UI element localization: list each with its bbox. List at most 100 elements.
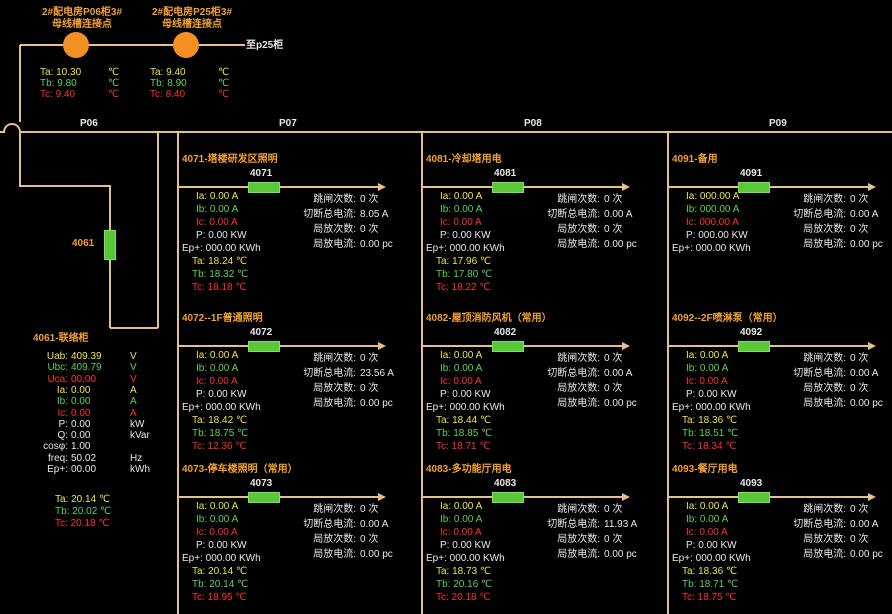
feeder-stat-label: 切断总电流: — [303, 209, 356, 220]
feeder-stat-value: 0.00 A — [360, 519, 389, 530]
feeder-stat-label: 切断总电流: — [547, 209, 600, 220]
feeder-stat-value: 0.00 pc — [360, 239, 393, 250]
feeder-ta: Ta: 18.36 ℃ — [682, 415, 738, 426]
feeder-p: P: 0.00 KW — [440, 540, 491, 551]
node-1-line1: 2#配电房P06柜3# — [41, 7, 123, 18]
feeder-title: 4072--1F普通照明 — [182, 313, 263, 324]
feeder-tb: Tb: 20.16 ℃ — [436, 579, 493, 590]
feeder-ic: Ic: 0.00 A — [196, 217, 238, 228]
feeder-ic: Ic: 0.00 A — [196, 376, 238, 387]
feeder-tb: Tb: 18.75 ℃ — [192, 428, 249, 439]
bus-label-p08: P08 — [524, 118, 542, 129]
feeder-breaker[interactable] — [738, 182, 770, 193]
feeder-stat-label: 局放次数: — [803, 534, 846, 545]
feeder-title: 4081-冷却塔用电 — [426, 154, 502, 165]
feeder-ia: Ia: 0.00 A — [440, 501, 483, 512]
feeder-stat-value: 0.00 pc — [850, 239, 883, 250]
feeder-stat-value: 0 次 — [604, 224, 623, 235]
node-1-tc-unit: ℃ — [108, 89, 120, 100]
feeder-ia: Ia: 0.00 A — [196, 501, 239, 512]
bus-label-p09: P09 — [769, 118, 787, 129]
feeder-breaker[interactable] — [248, 492, 280, 503]
feeder-tc: Tc: 12.36 ℃ — [192, 441, 247, 452]
feeder-stat-value: 0.00 A — [850, 209, 879, 220]
feeder-breaker[interactable] — [492, 182, 524, 193]
feeder-code: 4071 — [250, 168, 273, 179]
feeder-stat-label: 局放次数: — [557, 534, 600, 545]
power-distribution-diagram: 2#配电房P06柜3# 母线槽连接点 2#配电房P25柜3# 母线槽连接点 至p… — [0, 0, 892, 614]
feeder-ta: Ta: 17.96 ℃ — [436, 256, 492, 267]
feeder-ep: Ep+: 000.00 KWh — [182, 553, 261, 564]
feeder-ic: Ic: 0.00 A — [686, 527, 728, 538]
tie-tc: Tc: 20.18 ℃ — [55, 518, 110, 529]
feeder-ic: Ic: 0.00 A — [686, 376, 728, 387]
feeder-stat-value: 0.00 pc — [360, 398, 393, 409]
feeder-tc: Tc: 18.71 ℃ — [436, 441, 491, 452]
node-1-indicator[interactable] — [63, 32, 89, 58]
bus-label-p06: P06 — [80, 118, 98, 129]
bus-label-p07: P07 — [279, 118, 297, 129]
feeder-ib: Ib: 0.00 A — [196, 514, 239, 525]
node-2-indicator[interactable] — [173, 32, 199, 58]
feeder-ta: Ta: 18.36 ℃ — [682, 566, 738, 577]
feeder-ia: Ia: 0.00 A — [196, 350, 239, 361]
feeder-stat-value: 0 次 — [850, 383, 869, 394]
feeder-title: 4093-餐厅用电 — [672, 464, 738, 475]
feeder-stat-label: 切断总电流: — [793, 209, 846, 220]
feeder-stat-value: 0 次 — [360, 194, 379, 205]
feeder-ia: Ia: 000.00 A — [686, 191, 740, 202]
feeder-stat-value: 0.00 pc — [604, 398, 637, 409]
feeder-breaker[interactable] — [248, 182, 280, 193]
feeder-stat-label: 局放电流: — [557, 239, 600, 250]
feeder-breaker[interactable] — [492, 341, 524, 352]
feeder-stat-label: 跳闸次数: — [557, 194, 600, 205]
feeder-stat-label: 切断总电流: — [303, 519, 356, 530]
feeder-tb: Tb: 20.14 ℃ — [192, 579, 249, 590]
feeder-ep: Ep+: 000.00 KWh — [182, 243, 261, 254]
feeder-ic: Ic: 0.00 A — [440, 376, 482, 387]
feeder-stat-value: 0.00 pc — [604, 239, 637, 250]
breaker-4061[interactable] — [104, 230, 116, 260]
feeder-stat-value: 0.00 A — [850, 519, 879, 530]
feeder-breaker[interactable] — [738, 341, 770, 352]
feeder-stat-label: 切断总电流: — [547, 519, 600, 530]
feeder-breaker[interactable] — [248, 341, 280, 352]
node-2-tc: Tc: 8.40 — [150, 89, 186, 100]
node-1-line2: 母线槽连接点 — [52, 19, 112, 30]
feeder-ib: Ib: 0.00 A — [196, 363, 239, 374]
feeder-ia: Ia: 0.00 A — [686, 350, 729, 361]
feeder-stat-value: 0 次 — [850, 194, 869, 205]
feeder-title: 4082-屋顶消防风机（常用） — [426, 313, 552, 324]
feeder-stat-label: 局放电流: — [557, 549, 600, 560]
tie-row-value: 00.00 — [71, 464, 97, 475]
feeder-tc: Tc: 18.22 ℃ — [436, 282, 491, 293]
feeder-breaker[interactable] — [492, 492, 524, 503]
node-2-line1: 2#配电房P25柜3# — [151, 7, 233, 18]
feeder-breaker[interactable] — [738, 492, 770, 503]
feeder-stat-label: 局放次数: — [557, 383, 600, 394]
feeder-stat-value: 0 次 — [850, 224, 869, 235]
feeder-stat-label: 局放次数: — [803, 224, 846, 235]
feeder-ep: Ep+: 000.00 KWh — [426, 243, 505, 254]
feeder-tc: Tc: 18.34 ℃ — [682, 441, 737, 452]
feeder-stat-label: 跳闸次数: — [313, 504, 356, 515]
feeder-ep: Ep+: 000.00 KWh — [426, 553, 505, 564]
feeder-code: 4093 — [740, 478, 763, 489]
feeder-stat-label: 局放电流: — [803, 398, 846, 409]
feeder-stat-label: 局放电流: — [803, 239, 846, 250]
feeder-stat-label: 局放次数: — [313, 383, 356, 394]
feeder-code: 4072 — [250, 327, 273, 338]
feeder-ep: Ep+: 000.00 KWh — [672, 402, 751, 413]
tie-row-unit: kVar — [130, 430, 150, 442]
tie-row-label: Ep+: — [47, 464, 68, 475]
node-1-tc: Tc: 9.40 — [40, 89, 76, 100]
feeder-stat-value: 0 次 — [604, 353, 623, 364]
node-1-title: 2#配电房P06柜3# 母线槽连接点 — [32, 7, 132, 31]
feeder-stat-value: 0 次 — [604, 383, 623, 394]
feeder-stat-value: 0 次 — [850, 504, 869, 515]
feeder-ib: Ib: 0.00 A — [686, 514, 729, 525]
feeder-p: P: 0.00 KW — [686, 540, 737, 551]
feeder-stat-label: 局放次数: — [313, 224, 356, 235]
feeder-stat-label: 跳闸次数: — [803, 353, 846, 364]
feeder-p: P: 0.00 KW — [196, 389, 247, 400]
